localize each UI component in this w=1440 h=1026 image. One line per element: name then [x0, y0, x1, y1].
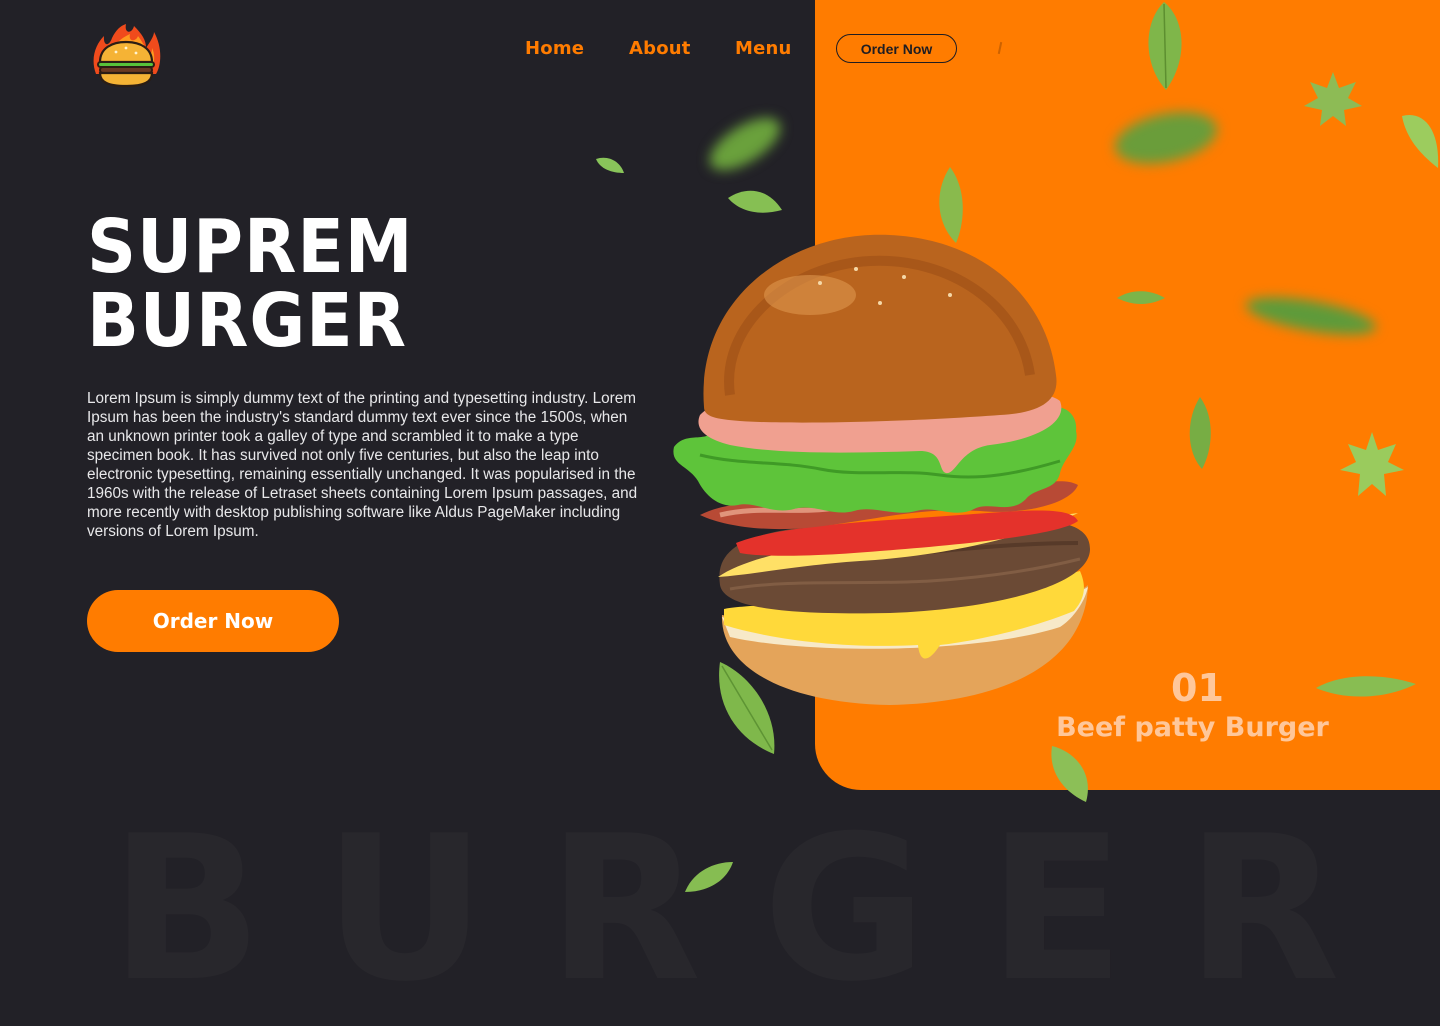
leaf-icon: [1117, 291, 1165, 304]
nav-home-link[interactable]: Home: [525, 38, 584, 59]
maple-leaf-icon: [1304, 72, 1362, 126]
leaf-icon: [596, 157, 624, 173]
watermark-letter: U: [323, 793, 487, 1026]
leaf-icon: [1051, 746, 1088, 802]
watermark-letter: E: [988, 793, 1125, 1026]
watermark-letter: R: [547, 793, 702, 1026]
leaf-icon: [728, 190, 782, 213]
product-name: Beef patty Burger: [1056, 712, 1329, 743]
leaf-icon: [1402, 114, 1439, 168]
watermark-letter: G: [762, 793, 927, 1026]
blurred-leaf-icon: [709, 117, 781, 171]
hero-order-now-button[interactable]: Order Now: [87, 590, 339, 652]
hero-title: SUPREM BURGER: [87, 210, 413, 358]
blurred-leaf-icon: [1245, 297, 1377, 335]
leaf-icon: [1148, 2, 1182, 90]
nav-menu-link[interactable]: Menu: [735, 38, 792, 59]
blurred-leaf-icon: [1114, 112, 1218, 164]
hero-title-line-1: SUPREM: [87, 204, 414, 290]
watermark-letter: B: [110, 793, 263, 1026]
flaming-burger-logo-icon[interactable]: [90, 22, 162, 90]
nav-about-link[interactable]: About: [629, 38, 691, 59]
hero-title-line-2: BURGER: [87, 278, 407, 364]
product-counter: 01: [1171, 666, 1224, 710]
burger-image: [673, 234, 1090, 705]
burger-watermark: B U R G E R: [110, 810, 1340, 1010]
nav-order-now-button[interactable]: Order Now: [836, 34, 957, 63]
maple-leaf-icon: [1340, 432, 1404, 496]
leaf-icon: [685, 862, 733, 892]
hero-description: Lorem Ipsum is simply dummy text of the …: [87, 390, 638, 540]
watermark-letter: R: [1185, 793, 1340, 1026]
leaf-icon: [1189, 397, 1211, 469]
